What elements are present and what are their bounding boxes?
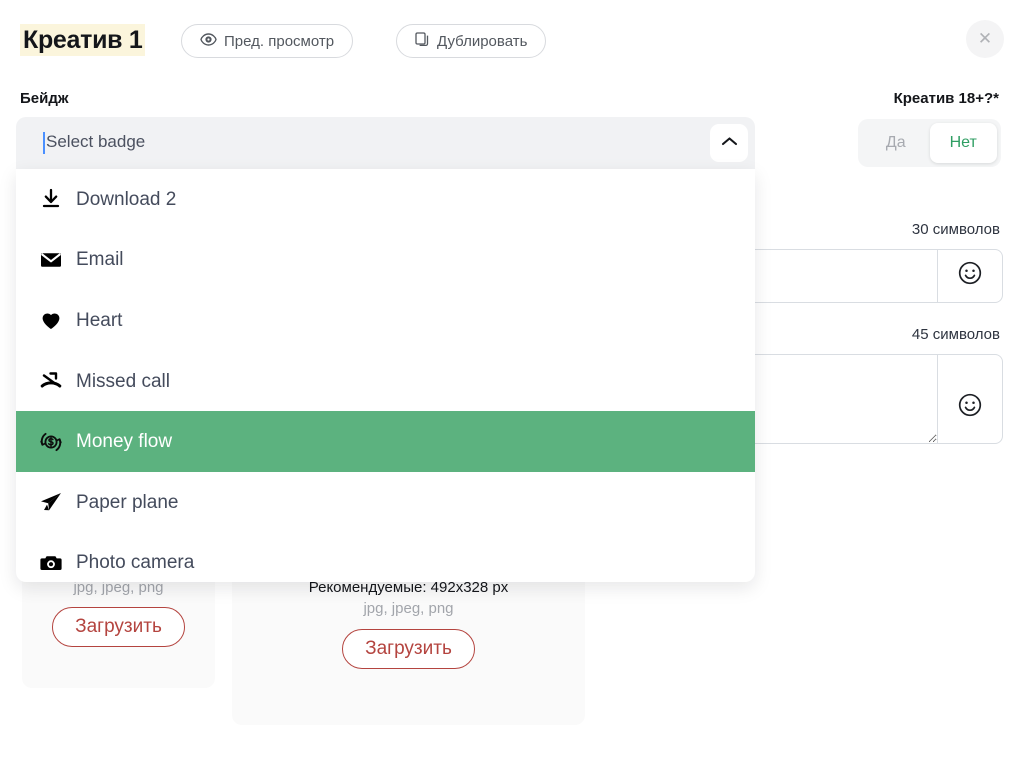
dropdown-item-label: Paper plane — [76, 491, 179, 513]
preview-button[interactable]: Пред. просмотр — [181, 24, 354, 58]
upload-card-left: jpg, jpeg, png Загрузить — [22, 565, 215, 688]
emoji-button-1[interactable] — [937, 250, 1002, 302]
char-counter-2: 45 символов — [911, 326, 1000, 343]
upload-card-right: Рекомендуемые: 492x328 px jpg, jpeg, png… — [232, 572, 585, 725]
dropdown-item-label: Heart — [76, 309, 123, 331]
preview-button-label: Пред. просмотр — [224, 32, 335, 50]
dropdown-item-label: Photo camera — [76, 552, 195, 574]
upload-button-right[interactable]: Загрузить — [342, 629, 475, 669]
eye-icon — [200, 32, 217, 50]
dropdown-item-email[interactable]: Email — [16, 230, 755, 291]
dropdown-item-money-flow[interactable]: Money flow — [16, 411, 755, 472]
copy-icon — [415, 31, 430, 51]
heart-icon — [38, 307, 64, 333]
money-flow-icon — [38, 429, 64, 455]
age-restriction-toggle[interactable]: Да Нет — [858, 119, 1001, 167]
chevron-up-icon — [721, 134, 738, 152]
badge-select[interactable]: Select badge — [16, 117, 755, 169]
text-cursor — [43, 132, 45, 154]
photo-camera-icon — [38, 550, 64, 576]
close-icon: ✕ — [977, 29, 993, 48]
smiley-icon — [957, 392, 983, 425]
badge-dropdown-list[interactable]: Download 2 Email Heart Missed call Money… — [16, 169, 755, 582]
paper-plane-icon — [38, 489, 64, 515]
badge-select-toggle[interactable] — [710, 124, 748, 162]
age-toggle-yes[interactable]: Да — [862, 123, 930, 163]
upload-button-left[interactable]: Загрузить — [52, 607, 185, 647]
dropdown-item-photo-camera[interactable]: Photo camera — [16, 533, 755, 582]
badge-field-label: Бейдж — [20, 90, 69, 107]
char-counter-1: 30 символов — [911, 221, 1000, 238]
age-toggle-no[interactable]: Нет — [929, 123, 997, 163]
age-restriction-label: Креатив 18+?* — [893, 90, 999, 107]
dropdown-item-paper-plane[interactable]: Paper plane — [16, 472, 755, 533]
dropdown-item-label: Download 2 — [76, 188, 177, 210]
badge-select-placeholder: Select badge — [46, 132, 146, 151]
envelope-icon — [38, 247, 64, 273]
duplicate-button[interactable]: Дублировать — [396, 24, 547, 58]
dialog-header: Креатив 1 Пред. просмотр Дублировать ✕ — [0, 0, 1024, 76]
emoji-button-2[interactable] — [937, 355, 1002, 443]
dropdown-item-label: Email — [76, 249, 124, 271]
download-icon — [38, 186, 64, 212]
dropdown-item-heart[interactable]: Heart — [16, 290, 755, 351]
dropdown-item-label: Missed call — [76, 370, 170, 392]
duplicate-button-label: Дублировать — [437, 32, 528, 50]
missed-call-icon — [38, 368, 64, 394]
dropdown-item-label: Money flow — [76, 431, 173, 453]
upload-formats-right: jpg, jpeg, png — [363, 600, 454, 617]
dropdown-item-download-2[interactable]: Download 2 — [16, 169, 755, 230]
close-button[interactable]: ✕ — [966, 20, 1004, 58]
page-title: Креатив 1 — [20, 24, 146, 56]
smiley-icon — [957, 260, 983, 293]
dropdown-item-missed-call[interactable]: Missed call — [16, 351, 755, 412]
